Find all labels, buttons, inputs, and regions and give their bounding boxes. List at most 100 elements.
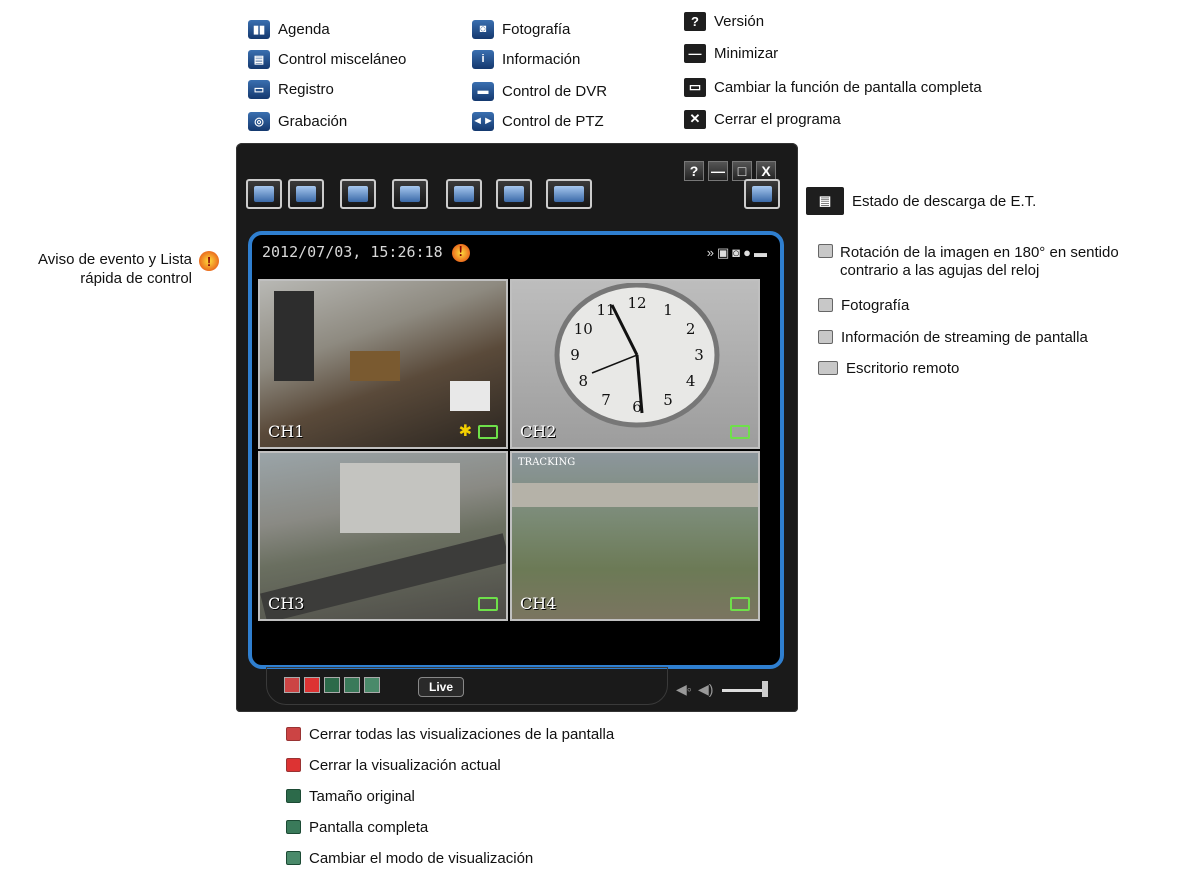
legend-information: i Información [472,48,580,70]
recording-camera-icon [478,425,498,439]
legend-original-size: Tamaño original [286,785,415,807]
information-button[interactable] [496,179,532,209]
building [340,463,460,533]
volume-slider-handle[interactable] [762,681,768,697]
fullscreen-view-icon[interactable] [344,677,360,693]
streaming-info-icon[interactable]: ● [743,245,754,260]
information-icon: i [472,49,494,69]
video-frame: 2012/07/03, 15:26:18 ! »▣◙●▬ CH1 ✱ 12 1 2 3… [248,231,784,669]
volume-slider[interactable] [722,689,766,692]
motion-icon: ✱ [458,423,472,440]
legend-dvr-control: ▬ Control de DVR [472,80,607,102]
legend-label: Grabación [278,112,348,130]
rotate-icon [818,244,833,258]
legend-label: Rotación de la imagen en 180° en sentido [840,244,1119,261]
close-button[interactable]: X [756,161,776,181]
log-icon: ▭ [248,79,270,99]
log-icon [348,186,368,202]
mute-icon[interactable]: ◀◦ [676,681,692,698]
status-bar: 2012/07/03, 15:26:18 ! [262,243,470,262]
display-mode-icon[interactable] [364,677,380,693]
channel-tile-1[interactable]: CH1 ✱ [258,279,508,449]
legend-log: ▭ Registro [248,78,334,100]
legend-misc-control: ▤ Control misceláneo [248,48,406,70]
channel-tile-2[interactable]: 12 1 2 3 4 5 6 7 8 9 10 11 CH2 [510,279,760,449]
legend-label: Agenda [278,20,330,38]
misc-control-icon [296,186,316,202]
snapshot-button[interactable] [446,179,482,209]
streaming-info-icon [818,330,833,344]
clock-number: 10 [574,320,593,338]
close-current-icon [286,758,301,772]
download-status-icon: ▤ [806,187,844,215]
clock-number: 5 [663,391,673,409]
close-all-icon [286,727,301,741]
more-icon[interactable]: » [707,245,717,260]
legend-snapshot: ◙ Fotografía [472,18,570,40]
remote-desktop-icon[interactable]: ▬ [754,245,770,260]
legend-label: Cambiar el modo de visualización [309,849,534,867]
clock-number: 8 [579,372,589,390]
close-current-icon[interactable] [304,677,320,693]
legend-label: Información de streaming de pantalla [841,328,1088,346]
doorway [274,291,314,381]
clock-number: 2 [686,320,696,338]
display-mode-icon [286,851,301,865]
channel-tile-3[interactable]: CH3 [258,451,508,621]
snapshot-icon[interactable]: ◙ [732,245,743,260]
dvr-control-button[interactable] [546,179,592,209]
minimize-button-label: — [711,163,725,179]
event-alert-icon[interactable]: ! [451,243,470,262]
clock-number: 9 [570,346,580,364]
legend-ptz-control: ◄► Control de PTZ [472,110,604,132]
legend-label: Cerrar la visualización actual [309,756,501,774]
legend-label: Fotografía [841,296,910,314]
legend-close-current: Cerrar la visualización actual [286,754,501,776]
legend-label: Pantalla completa [309,818,429,836]
legend-label: Registro [278,80,334,98]
event-notice-line1: Aviso de evento y Lista [38,251,192,268]
legend-label: Información [502,50,581,68]
download-status-icon [752,186,772,202]
live-button[interactable]: Live [418,677,464,697]
minimize-button[interactable]: — [708,161,728,181]
maximize-icon: ▭ [684,77,706,97]
channel-tile-4[interactable]: TRACKING CH4 [510,451,760,621]
download-status-button[interactable] [744,179,780,209]
close-icon: ✕ [684,109,706,129]
remote-desktop-icon [818,361,838,375]
legend-label: contrario a las agujas del reloj [840,262,1040,279]
original-size-icon[interactable] [324,677,340,693]
agenda-button[interactable] [246,179,282,209]
legend-agenda: ▮▮ Agenda [248,18,330,40]
version-button-label: ? [689,163,699,179]
legend-snapshot-right: Fotografía [818,294,909,316]
version-button[interactable]: ? [684,161,704,181]
legend-minimize: — Minimizar [684,42,778,64]
dvr-control-icon [554,186,584,202]
ptz-control-icon: ◄► [472,111,494,131]
agenda-icon: ▮▮ [248,19,270,39]
channel-label: CH4 [520,594,557,613]
close-all-icon[interactable] [284,677,300,693]
legend-close-all: Cerrar todas las visualizaciones de la p… [286,723,614,745]
volume-icon[interactable]: ◀) [698,681,713,698]
legend-recording: ◎ Grabación [248,110,347,132]
misc-control-button[interactable] [288,179,324,209]
dvr-control-icon: ▬ [472,81,494,101]
legend-remote-desktop: Escritorio remoto [818,357,959,379]
clock-number: 4 [686,372,696,390]
agenda-icon [254,186,274,202]
log-button[interactable] [340,179,376,209]
rotate-icon[interactable]: ▣ [717,245,732,260]
recording-icon: ◎ [248,111,270,131]
original-size-icon [286,789,301,803]
clock-number: 1 [663,301,673,319]
snapshot-icon [818,298,833,312]
fullscreen-button[interactable]: □ [732,161,752,181]
recording-button[interactable] [392,179,428,209]
legend-label: Cerrar todas las visualizaciones de la p… [309,725,615,743]
camera-icon [454,186,474,202]
legend-label: Cambiar la función de pantalla completa [714,78,982,96]
datetime: 2012/07/03, 15:26:18 [262,243,443,261]
